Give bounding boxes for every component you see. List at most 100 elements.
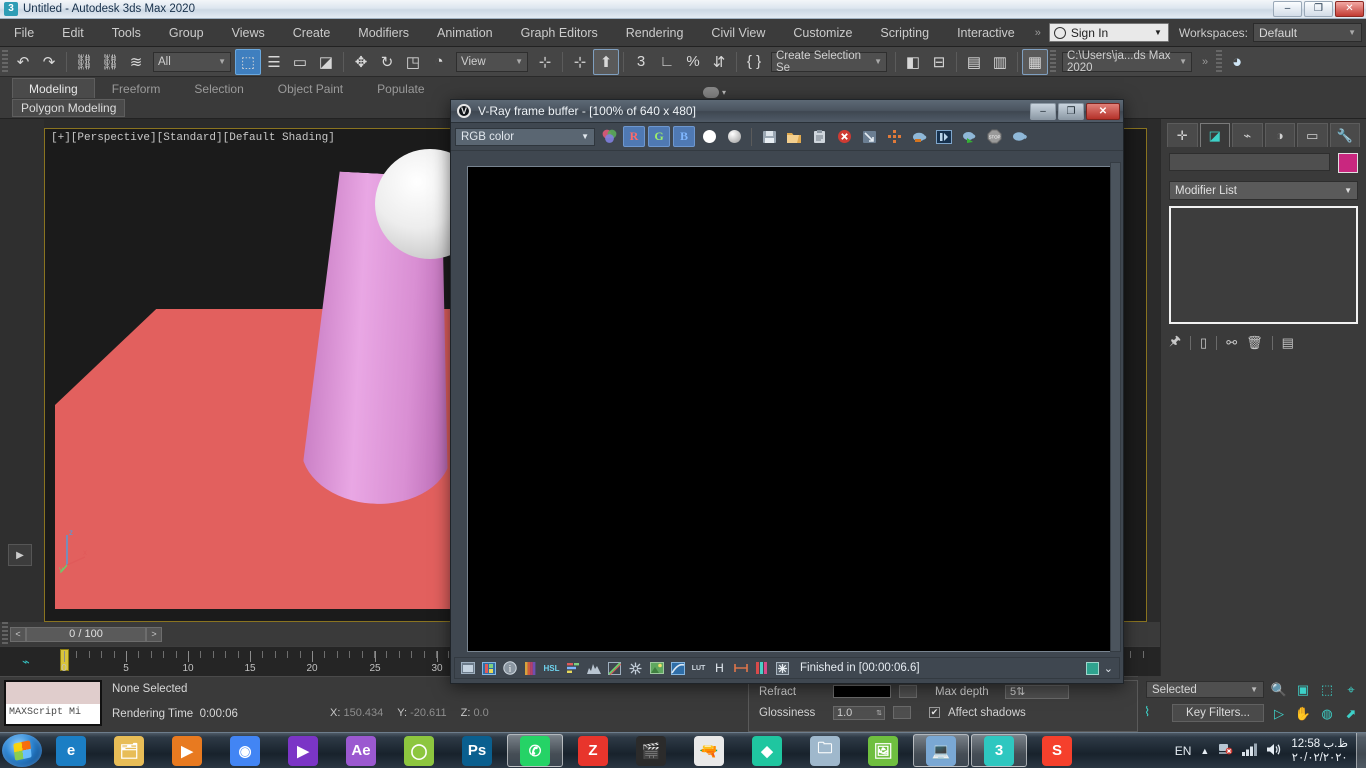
photo-gallery-taskbar-button[interactable]: 🖼 (855, 734, 911, 767)
rectangular-selection-region-button[interactable]: ▭ (287, 49, 313, 75)
start-interactive-render-icon[interactable] (958, 126, 980, 147)
histogram-icon[interactable] (584, 659, 603, 677)
reference-coordinate-system-select[interactable]: View ▼ (456, 51, 528, 72)
mpc-be-taskbar-button[interactable]: 🎬 (623, 734, 679, 767)
menu-create[interactable]: Create (279, 22, 345, 44)
use-center-flyout-button[interactable]: ⊹ (532, 49, 558, 75)
maxscript-output-pane[interactable] (6, 682, 100, 704)
alpha-channel-icon[interactable] (698, 126, 720, 147)
toolbar-overflow-icon[interactable]: » (1196, 56, 1214, 68)
ribbon-tab-populate[interactable]: Populate (360, 78, 441, 98)
background-icon[interactable] (647, 659, 666, 677)
redo-button[interactable]: ↷ (36, 49, 62, 75)
color-balance-icon[interactable] (563, 659, 582, 677)
toolbar-grip[interactable] (2, 49, 8, 74)
spinner-snap-toggle-button[interactable]: ⇵ (706, 49, 732, 75)
select-object-button[interactable]: ⬚ (235, 48, 261, 75)
after-effects-taskbar-button[interactable]: Ae (333, 734, 389, 767)
window-maximize-button[interactable]: ❐ (1304, 1, 1333, 17)
snagit-taskbar-button[interactable]: S (1029, 734, 1085, 767)
menu-scripting[interactable]: Scripting (866, 22, 943, 44)
window-crossing-toggle-button[interactable]: ◪ (313, 49, 339, 75)
green-channel-button[interactable]: G (648, 126, 670, 147)
display-tab[interactable]: ▭ (1297, 123, 1328, 147)
undo-button[interactable]: ↶ (10, 49, 36, 75)
select-and-rotate-button[interactable]: ↻ (374, 49, 400, 75)
menu-modifiers[interactable]: Modifiers (344, 22, 423, 44)
curve-icon[interactable] (605, 659, 624, 677)
track-mouse-while-rendering-icon[interactable] (883, 126, 905, 147)
toolbar-grip[interactable] (1216, 49, 1223, 74)
select-and-place-button[interactable]: ◔ (426, 49, 452, 75)
menu-customize[interactable]: Customize (779, 22, 866, 44)
zoom-all-icon[interactable]: ▣ (1292, 679, 1314, 701)
layers-icon[interactable] (479, 659, 498, 677)
zoom-extents-selected-icon[interactable]: ⌖ (1340, 679, 1362, 701)
show-end-result-button[interactable]: ▯ (1200, 335, 1207, 351)
set-key-toggle-icon[interactable]: ⌇ (1144, 704, 1150, 720)
select-by-name-button[interactable]: ☰ (261, 49, 287, 75)
utilities-tab[interactable]: 🔧 (1329, 123, 1360, 147)
counter-strike-taskbar-button[interactable]: 🔫 (681, 734, 737, 767)
curve-editor-icon[interactable]: ⌁ (22, 654, 30, 670)
vfb-render-canvas[interactable] (467, 166, 1111, 652)
ribbon-tab-object-paint[interactable]: Object Paint (261, 78, 360, 98)
select-and-move-button[interactable]: ✥ (348, 49, 374, 75)
mirror-button[interactable]: ◧ (900, 49, 926, 75)
clipboard-icon[interactable] (808, 126, 830, 147)
color-corrections-icon[interactable] (521, 659, 540, 677)
clear-image-icon[interactable] (833, 126, 855, 147)
menu-graph-editors[interactable]: Graph Editors (507, 22, 612, 44)
force-color-clamping-icon[interactable] (773, 659, 792, 677)
ab-compare-icon[interactable] (731, 659, 750, 677)
field-of-view-icon[interactable]: ▷ (1268, 703, 1290, 725)
whatsapp-taskbar-button[interactable]: ✆ (507, 734, 563, 767)
vfb-vertical-scrollbar[interactable] (1110, 162, 1121, 652)
use-pivot-point-center-button[interactable]: ⬆ (593, 48, 619, 75)
movie-maker-taskbar-button[interactable]: ▶ (275, 734, 331, 767)
signal-bars-icon[interactable] (1242, 743, 1258, 759)
ribbon-tab-selection[interactable]: Selection (177, 78, 260, 98)
vray-frame-buffer-dialog[interactable]: V V-Ray frame buffer - [100% of 640 x 48… (450, 99, 1124, 684)
ribbon-subtab-polygon-modeling[interactable]: Polygon Modeling (12, 99, 126, 117)
zarchiver-taskbar-button[interactable]: Z (565, 734, 621, 767)
object-color-swatch[interactable] (1338, 153, 1358, 173)
scene-explorer-button[interactable]: ▥ (987, 49, 1013, 75)
window-minimize-button[interactable]: – (1273, 1, 1302, 17)
hue-icon[interactable]: H (710, 659, 729, 677)
menu-interactive[interactable]: Interactive (943, 22, 1029, 44)
maxscript-mini-listener[interactable]: MAXScript Mi (4, 680, 102, 726)
glossiness-input[interactable]: 1.0 ⇅ (833, 705, 885, 720)
lut-icon[interactable]: LUT (689, 659, 708, 677)
material-editor-button[interactable]: ◕ (1224, 49, 1250, 75)
select-and-link-button[interactable]: ⛓ (71, 49, 97, 75)
hierarchy-tab[interactable]: ⌁ (1232, 123, 1263, 147)
sign-in-button[interactable]: Sign In ▼ (1048, 23, 1169, 42)
menu-edit[interactable]: Edit (48, 22, 98, 44)
stop-render-icon[interactable]: STOP (983, 126, 1005, 147)
internet-explorer-taskbar-button[interactable]: e (43, 734, 99, 767)
snaps-toggle-button[interactable]: 3 (628, 49, 654, 75)
workspace-select[interactable]: Default ▼ (1253, 23, 1362, 42)
prev-frame-button[interactable]: < (10, 626, 26, 642)
named-selection-sets-select[interactable]: Create Selection Se ▼ (771, 50, 887, 74)
layer-explorer-button[interactable]: ▤ (961, 49, 987, 75)
make-unique-button[interactable]: ⚯ (1226, 335, 1237, 351)
image-view-icon[interactable] (458, 659, 477, 677)
folder-taskbar-button[interactable]: 🗀 (797, 734, 853, 767)
spinner-icon[interactable]: ⇅ (876, 709, 884, 717)
coord-z-value[interactable]: 0.0 (473, 707, 488, 719)
key-filters-button[interactable]: Key Filters... (1172, 704, 1264, 722)
vfb-channel-select[interactable]: RGB color ▼ (455, 127, 595, 146)
language-indicator[interactable]: EN (1175, 744, 1192, 758)
viewport-label[interactable]: [+][Perspective][Standard][Default Shadi… (51, 132, 335, 144)
color-channels-icon[interactable] (598, 126, 620, 147)
photoshop-taskbar-button[interactable]: Ps (449, 734, 505, 767)
zoom-extents-icon[interactable]: ⬚ (1316, 679, 1338, 701)
hsl-icon[interactable]: HSL (542, 659, 561, 677)
show-hidden-icons-button[interactable]: ▲ (1200, 746, 1209, 756)
max-depth-input[interactable]: 5 ⇅ (1005, 684, 1069, 699)
remove-modifier-button[interactable]: 🗑 (1246, 335, 1263, 351)
vfb-titlebar[interactable]: V V-Ray frame buffer - [100% of 640 x 48… (451, 100, 1123, 123)
exposure-icon[interactable] (626, 659, 645, 677)
